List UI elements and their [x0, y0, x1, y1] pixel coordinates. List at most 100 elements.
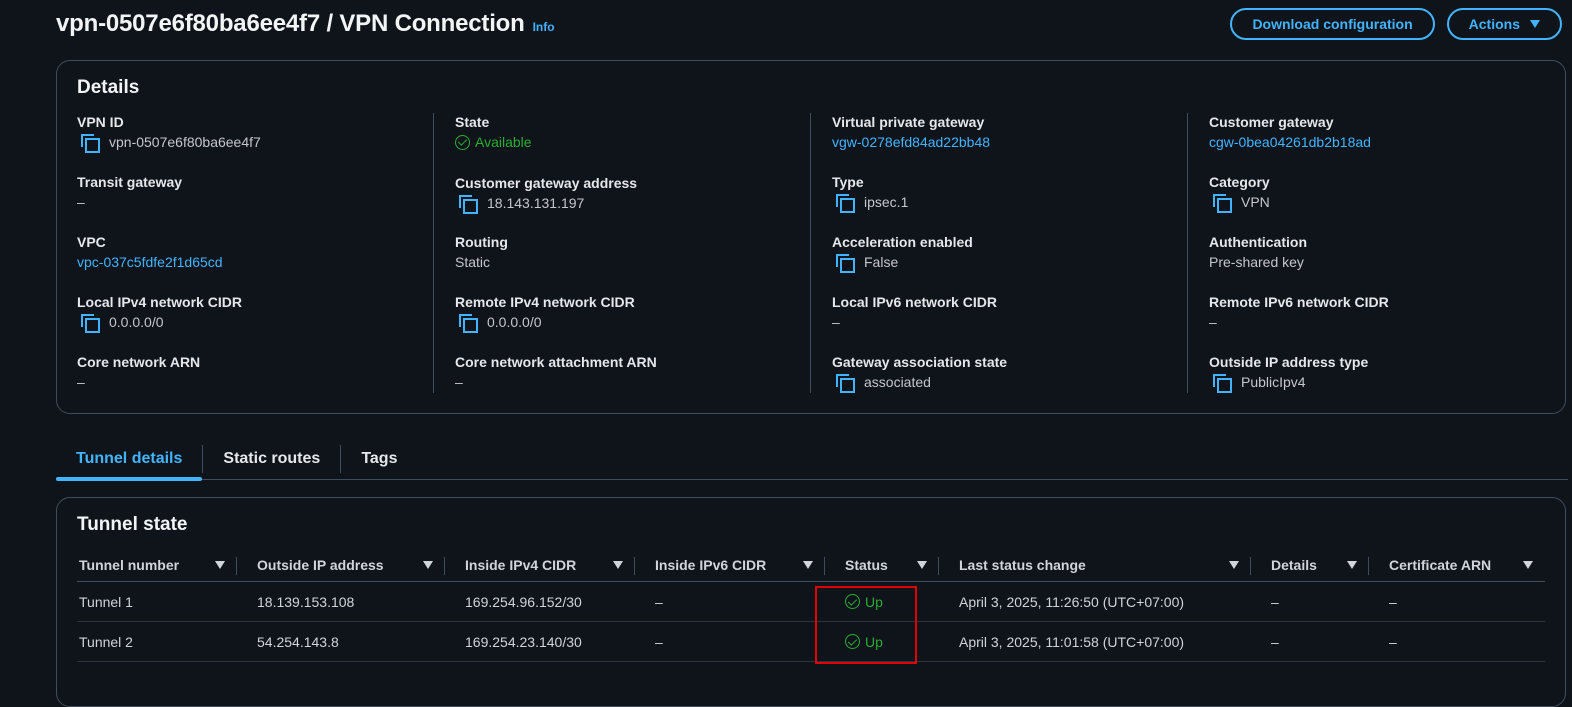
column-header-last-status-change[interactable]: Last status change: [939, 548, 1251, 582]
tunnel-state-title: Tunnel state: [77, 514, 188, 535]
column-header-certificate-arn[interactable]: Certificate ARN: [1369, 548, 1545, 582]
cell-inside-ipv6-cidr: –: [635, 594, 825, 610]
copy-icon[interactable]: [459, 195, 478, 214]
field-value: 18.143.131.197: [455, 194, 637, 214]
field-label: Gateway association state: [832, 354, 1008, 370]
column-header-details[interactable]: Details: [1251, 548, 1369, 582]
field-value-text: 0.0.0.0/0: [109, 314, 164, 330]
field-value-text: PublicIpv4: [1241, 374, 1306, 390]
field-value: Available: [455, 133, 532, 151]
field-remote-ipv6-network-cidr: Remote IPv6 network CIDR –: [1209, 293, 1389, 331]
column-header-status[interactable]: Status: [825, 548, 939, 582]
cell-text: Up: [865, 593, 883, 610]
copy-icon[interactable]: [1213, 374, 1232, 393]
field-label: Remote IPv4 network CIDR: [455, 294, 635, 310]
column-header-label: Tunnel number: [79, 556, 180, 573]
field-state: State Available: [455, 113, 532, 151]
actions-dropdown-button[interactable]: Actions: [1446, 8, 1562, 40]
field-value: 0.0.0.0/0: [77, 313, 242, 333]
column-header-inside-ipv4-cidr[interactable]: Inside IPv4 CIDR: [445, 548, 635, 582]
field-label: Core network attachment ARN: [455, 354, 657, 370]
field-local-ipv6-network-cidr: Local IPv6 network CIDR –: [832, 293, 997, 331]
cell-last-status-change: April 3, 2025, 11:01:58 (UTC+07:00): [939, 634, 1251, 650]
field-authentication: Authentication Pre-shared key: [1209, 233, 1307, 271]
info-link[interactable]: Info: [533, 20, 555, 34]
copy-icon[interactable]: [836, 194, 855, 213]
copy-icon[interactable]: [81, 314, 100, 333]
cell-outside-ip-address: 54.254.143.8: [237, 634, 445, 650]
column-header-outside-ip-address[interactable]: Outside IP address: [237, 548, 445, 582]
download-configuration-label: Download configuration: [1252, 16, 1413, 32]
cell-tunnel-number: Tunnel 2: [77, 634, 237, 650]
field-value[interactable]: vgw-0278efd84ad22bb48: [832, 133, 990, 151]
cell-details: –: [1251, 594, 1369, 610]
field-gateway-association-state: Gateway association state associated: [832, 353, 1008, 393]
cell-text: 169.254.96.152/30: [465, 593, 582, 610]
cell-text: April 3, 2025, 11:01:58 (UTC+07:00): [959, 633, 1185, 650]
column-header-label: Inside IPv4 CIDR: [465, 556, 577, 573]
column-header-label: Certificate ARN: [1389, 556, 1492, 573]
field-value: Static: [455, 253, 508, 271]
field-value-text[interactable]: vpc-037c5fdfe2f1d65cd: [77, 253, 223, 271]
field-value-text: False: [864, 254, 899, 270]
sort-caret-icon[interactable]: [423, 560, 433, 569]
field-customer-gateway-address: Customer gateway address 18.143.131.197: [455, 174, 637, 214]
field-label: VPC: [77, 234, 106, 250]
sort-caret-icon[interactable]: [1229, 560, 1239, 569]
cell-text: April 3, 2025, 11:26:50 (UTC+07:00): [959, 593, 1185, 610]
copy-icon[interactable]: [459, 314, 478, 333]
column-header-tunnel-number[interactable]: Tunnel number: [77, 548, 237, 582]
field-customer-gateway: Customer gateway cgw-0bea04261db2b18ad: [1209, 113, 1371, 151]
field-value-text: Available: [475, 134, 532, 150]
field-vpc: VPC vpc-037c5fdfe2f1d65cd: [77, 233, 223, 271]
sort-caret-icon[interactable]: [917, 560, 927, 569]
caret-down-icon: [1530, 20, 1540, 28]
copy-icon[interactable]: [1213, 194, 1232, 213]
copy-icon[interactable]: [81, 134, 100, 153]
field-label: VPN ID: [77, 114, 124, 130]
field-value: ipsec.1: [832, 193, 909, 213]
column-header-inside-ipv6-cidr[interactable]: Inside IPv6 CIDR: [635, 548, 825, 582]
column-divider: [433, 113, 434, 393]
sort-caret-icon[interactable]: [803, 560, 813, 569]
sort-caret-icon[interactable]: [1347, 560, 1357, 569]
table-row: Tunnel 1 18.139.153.108 169.254.96.152/30 –…: [77, 582, 1545, 622]
tab-tags[interactable]: Tags: [341, 438, 417, 480]
field-virtual-private-gateway: Virtual private gateway vgw-0278efd84ad22…: [832, 113, 990, 151]
field-label: Acceleration enabled: [832, 234, 973, 250]
field-value: associated: [832, 373, 1007, 393]
field-value: –: [1209, 313, 1389, 331]
field-value[interactable]: cgw-0bea04261db2b18ad: [1209, 133, 1371, 151]
page-header: vpn-0507e6f80ba6ee4f7 / VPN Connection I…: [56, 6, 1566, 42]
copy-icon[interactable]: [836, 254, 855, 273]
cell-text: –: [1271, 593, 1279, 610]
tab-static-routes[interactable]: Static routes: [203, 438, 340, 480]
field-value: 0.0.0.0/0: [455, 313, 635, 333]
tab-bar: Tunnel details Static routes Tags: [56, 438, 1568, 481]
table-header: Tunnel number Outside IP address Inside IP…: [77, 548, 1545, 582]
copy-icon[interactable]: [836, 374, 855, 393]
field-value-text[interactable]: cgw-0bea04261db2b18ad: [1209, 133, 1371, 151]
field-value: False: [832, 253, 973, 273]
field-value-text[interactable]: vgw-0278efd84ad22bb48: [832, 133, 990, 151]
field-value: –: [77, 373, 200, 391]
field-value-text: associated: [864, 374, 931, 390]
sort-caret-icon[interactable]: [1523, 560, 1533, 569]
field-value-text: vpn-0507e6f80ba6ee4f7: [109, 134, 261, 150]
field-label: Type: [832, 174, 864, 190]
cell-text: –: [1389, 593, 1397, 610]
cell-text: –: [1389, 633, 1397, 650]
field-value: VPN: [1209, 193, 1270, 213]
table-row: Tunnel 2 54.254.143.8 169.254.23.140/30 – Up…: [77, 622, 1545, 662]
column-header-label: Last status change: [959, 556, 1086, 573]
field-local-ipv4-network-cidr: Local IPv4 network CIDR 0.0.0.0/0: [77, 293, 242, 333]
sort-caret-icon[interactable]: [215, 560, 225, 569]
field-value-text: ipsec.1: [864, 194, 909, 210]
sort-caret-icon[interactable]: [613, 560, 623, 569]
field-value: –: [832, 313, 997, 331]
column-header-label: Inside IPv6 CIDR: [655, 556, 767, 573]
tab-tunnel-details[interactable]: Tunnel details: [56, 438, 203, 481]
field-value[interactable]: vpc-037c5fdfe2f1d65cd: [77, 253, 223, 271]
field-label: Local IPv4 network CIDR: [77, 294, 242, 310]
download-configuration-button[interactable]: Download configuration: [1230, 8, 1435, 40]
